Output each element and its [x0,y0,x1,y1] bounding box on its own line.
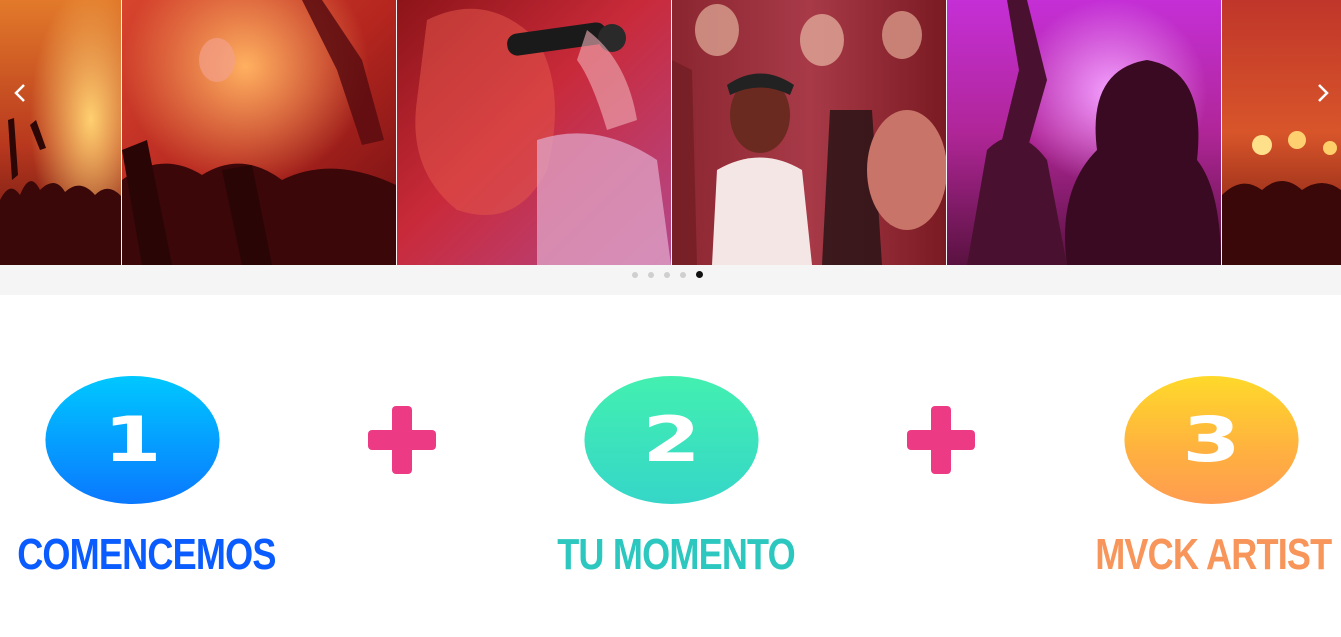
chevron-left-icon [14,84,25,102]
carousel-dot-5-active[interactable] [696,271,703,278]
step-3-badge: 3 [1124,376,1299,504]
plus-icon [368,406,436,474]
carousel-slide-1 [0,0,121,265]
step-3-number: 3 [1182,403,1241,476]
step-2-number: 2 [642,403,701,476]
step-1-badge: 1 [45,376,220,504]
step-1-title: COMENCEMOS [17,530,276,579]
step-2-title: TU MOMENTO [557,530,795,579]
carousel-slide-2 [122,0,396,265]
carousel-slide-6 [1222,0,1341,265]
chevron-right-icon [1318,84,1329,102]
carousel-slides [0,0,1341,265]
image-carousel [0,0,1341,295]
carousel-dot-2[interactable] [648,272,654,278]
plus-icon [907,406,975,474]
carousel-next-button[interactable] [1309,78,1337,108]
carousel-pagination [632,271,703,279]
carousel-dot-3[interactable] [664,272,670,278]
carousel-dot-4[interactable] [680,272,686,278]
carousel-prev-button[interactable] [6,78,34,108]
carousel-dot-1[interactable] [632,272,638,278]
carousel-slide-4 [672,0,946,265]
step-3-title: MVCK ARTIST [1095,530,1332,579]
carousel-slide-5 [947,0,1221,265]
carousel-slide-3 [397,0,671,265]
step-1-number: 1 [103,403,162,476]
step-2-badge: 2 [584,376,759,504]
